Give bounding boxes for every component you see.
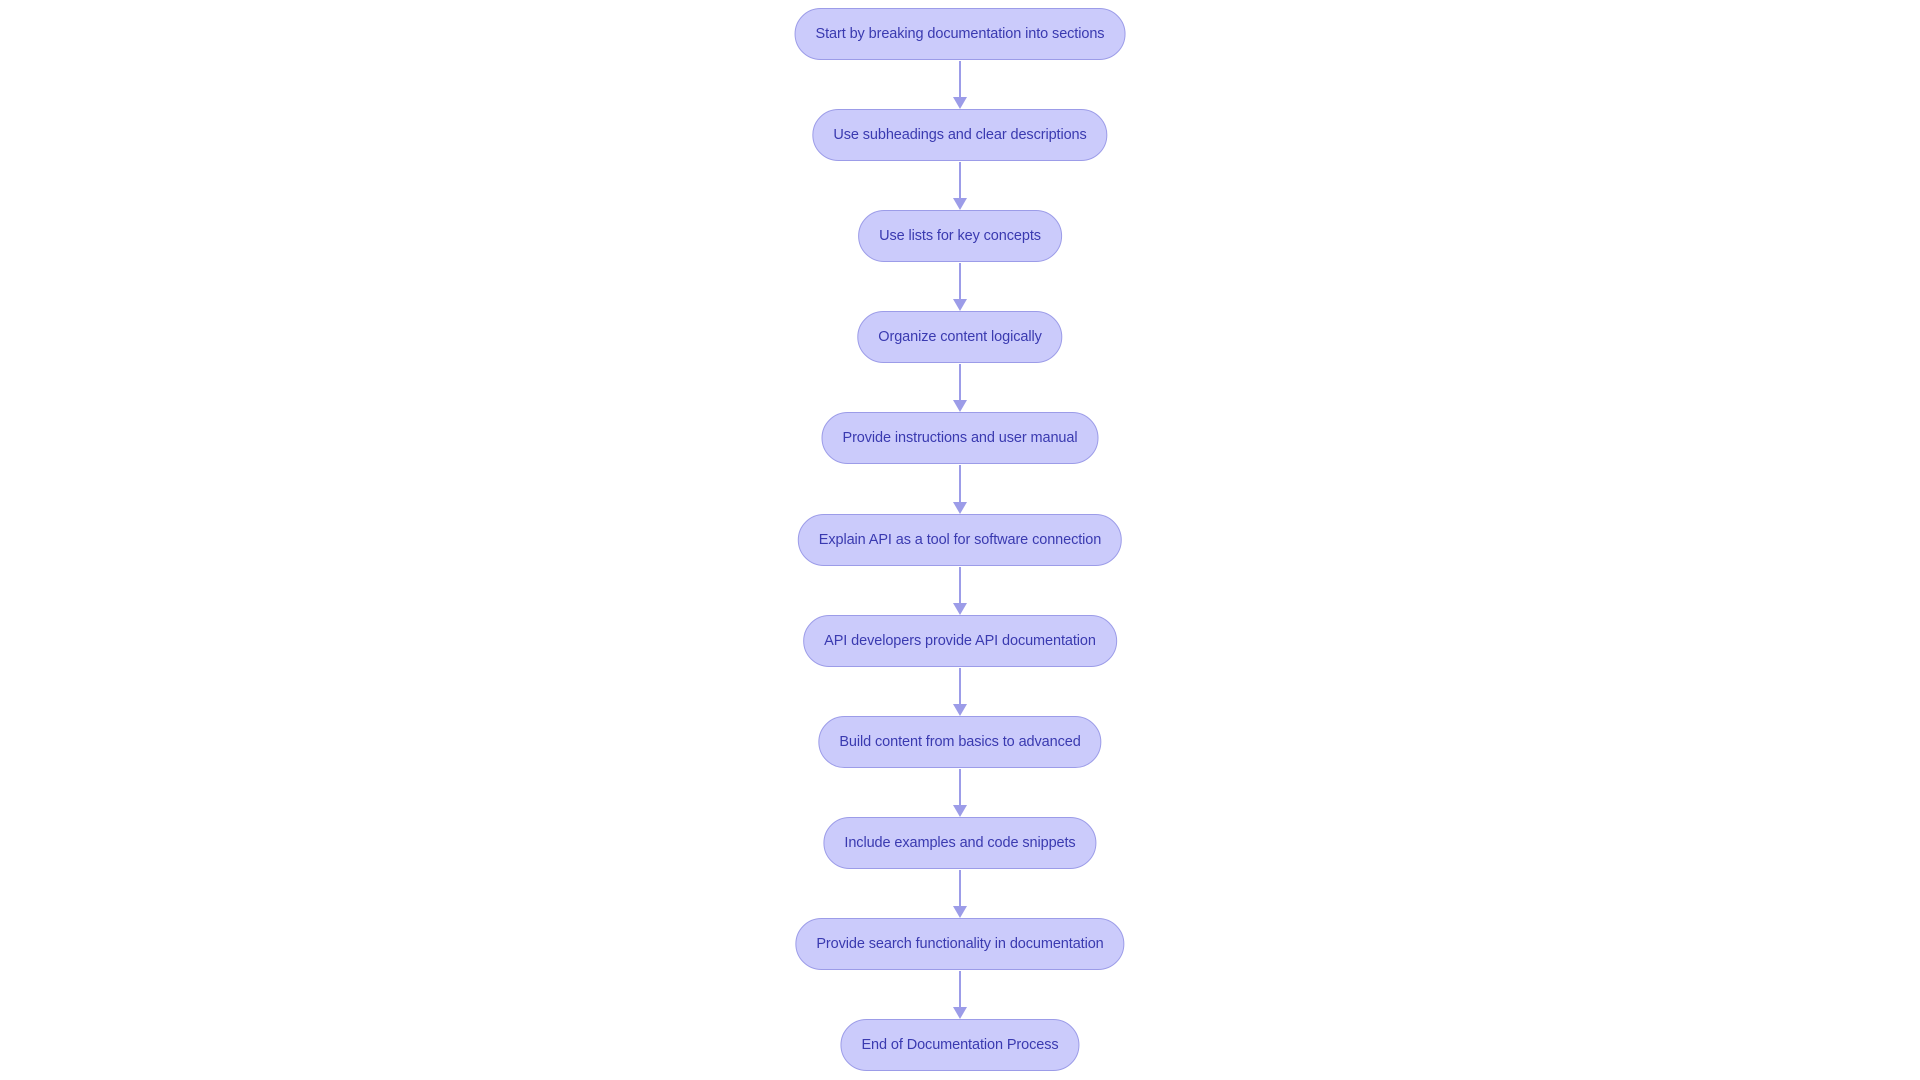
flow-node-2: Use subheadings and clear descriptions <box>812 109 1108 162</box>
flow-edge-2 <box>959 162 961 201</box>
flow-node-label: Use subheadings and clear descriptions <box>833 127 1087 144</box>
arrowhead-icon <box>953 804 967 817</box>
arrowhead-icon <box>953 703 967 716</box>
flow-node-11: End of Documentation Process <box>840 1019 1080 1071</box>
flow-node-6: Explain API as a tool for software conne… <box>797 513 1123 566</box>
flow-node-label: Use lists for key concepts <box>879 228 1041 245</box>
flow-node-label: End of Documentation Process <box>861 1037 1059 1053</box>
flow-edge-8 <box>959 768 961 807</box>
flow-node-8: Build content from basics to advanced <box>818 715 1102 768</box>
flow-node-label: Organize content logically <box>878 329 1042 346</box>
arrowhead-icon <box>953 97 967 110</box>
arrowhead-icon <box>953 400 967 413</box>
flow-node-10: Provide search functionality in document… <box>795 917 1125 970</box>
flow-node-7: API developers provide API documentation <box>803 614 1117 667</box>
flow-edge-10 <box>959 970 961 1009</box>
flow-edge-6 <box>959 566 961 605</box>
flowchart: Start by breaking documentation into sec… <box>0 0 1920 1080</box>
flow-edge-9 <box>959 869 961 908</box>
arrowhead-icon <box>953 1007 967 1019</box>
flow-edge-7 <box>959 667 961 706</box>
arrowhead-icon <box>953 602 967 615</box>
flow-edge-5 <box>959 465 961 504</box>
arrowhead-icon <box>953 501 967 514</box>
flow-node-label: Build content from basics to advanced <box>839 733 1081 750</box>
arrowhead-icon <box>953 905 967 918</box>
flow-node-4: Organize content logically <box>857 311 1063 364</box>
flow-node-label: Provide search functionality in document… <box>816 935 1104 952</box>
flow-node-label: Include examples and code snippets <box>844 834 1076 851</box>
flow-node-3: Use lists for key concepts <box>858 210 1062 263</box>
flow-node-9: Include examples and code snippets <box>823 816 1097 869</box>
arrowhead-icon <box>953 299 967 312</box>
flow-node-1: Start by breaking documentation into sec… <box>794 8 1126 60</box>
flow-edge-1 <box>959 61 961 100</box>
flow-edge-3 <box>959 263 961 302</box>
flow-node-label: Start by breaking documentation into sec… <box>815 26 1105 42</box>
flow-edge-4 <box>959 364 961 403</box>
flow-node-label: Explain API as a tool for software conne… <box>818 531 1102 548</box>
flow-node-5: Provide instructions and user manual <box>821 412 1099 465</box>
flow-node-label: Provide instructions and user manual <box>842 430 1078 447</box>
flow-node-label: API developers provide API documentation <box>824 632 1096 649</box>
arrowhead-icon <box>953 198 967 211</box>
